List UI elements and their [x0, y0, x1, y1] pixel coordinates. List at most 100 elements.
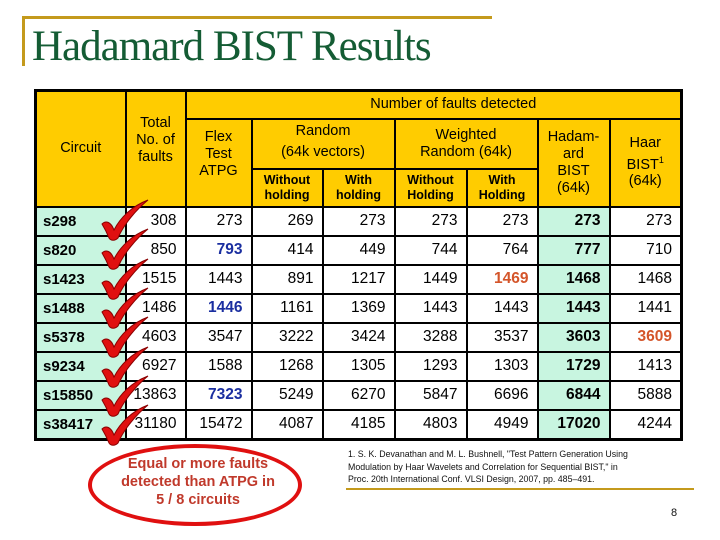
cell-wr-wo: 744 — [393, 234, 468, 266]
cell-wr-wo: 273 — [393, 205, 468, 237]
cell-wr-w: 273 — [465, 205, 539, 237]
cell-wr-wo: 1449 — [393, 263, 468, 295]
cell-flex: 15472 — [184, 408, 253, 440]
cell-rand-wo: 4087 — [250, 408, 324, 440]
cell-haar: 3609 — [608, 321, 683, 353]
cell-circuit: s38417 — [34, 408, 127, 440]
cell-total: 13863 — [124, 379, 187, 411]
header-weighted-random: Weighted Random (64k) — [393, 117, 539, 170]
cell-circuit: s1423 — [34, 263, 127, 295]
cell-hadamard: 1468 — [536, 263, 611, 295]
header-flex-test-atpg: Flex Test ATPG — [184, 117, 253, 208]
cell-rand-w: 3424 — [321, 321, 396, 353]
cell-circuit: s15850 — [34, 379, 127, 411]
cell-total: 6927 — [124, 350, 187, 382]
cell-hadamard: 1443 — [536, 292, 611, 324]
cell-circuit: s298 — [34, 205, 127, 237]
cell-wr-w: 764 — [465, 234, 539, 266]
cell-total: 308 — [124, 205, 187, 237]
cell-rand-w: 4185 — [321, 408, 396, 440]
callout-text: Equal or more faults detected than ATPG … — [121, 456, 275, 508]
cell-flex: 7323 — [184, 379, 253, 411]
table-row: s9234 6927 1588 1268 1305 1293 1303 1729 1413 — [34, 350, 683, 382]
page-number: 8 — [671, 507, 678, 519]
cell-haar: 710 — [608, 234, 683, 266]
cell-rand-wo: 5249 — [250, 379, 324, 411]
cell-flex: 273 — [184, 205, 253, 237]
cell-hadamard: 3603 — [536, 321, 611, 353]
cell-total: 1486 — [124, 292, 187, 324]
cell-flex: 1446 — [184, 292, 253, 324]
cell-rand-wo: 3222 — [250, 321, 324, 353]
cell-haar: 5888 — [608, 379, 683, 411]
header-haar-bist: Haar BIST1 (64k) — [608, 117, 683, 208]
title-top-rule — [22, 16, 492, 19]
cell-wr-wo: 1443 — [393, 292, 468, 324]
cell-wr-wo: 3288 — [393, 321, 468, 353]
cell-wr-wo: 4803 — [393, 408, 468, 440]
title-left-rule — [22, 16, 25, 66]
cell-flex: 793 — [184, 234, 253, 266]
cell-circuit: s820 — [34, 234, 127, 266]
table-row: s38417 31180 15472 4087 4185 4803 4949 17020 424… — [34, 408, 683, 440]
cell-haar: 1441 — [608, 292, 683, 324]
header-random: Random (64k vectors) — [250, 117, 396, 170]
cell-haar: 4244 — [608, 408, 683, 440]
cell-circuit: s5378 — [34, 321, 127, 353]
slide-title: Hadamard BIST Results — [32, 23, 432, 70]
cell-total: 4603 — [124, 321, 187, 353]
table-row: s15850 13863 7323 5249 6270 5847 6696 6844 5888 — [34, 379, 683, 411]
cell-rand-wo: 269 — [250, 205, 324, 237]
cell-flex: 1588 — [184, 350, 253, 382]
cell-hadamard: 777 — [536, 234, 611, 266]
cell-rand-wo: 414 — [250, 234, 324, 266]
cell-haar: 1468 — [608, 263, 683, 295]
header-circuit: Circuit — [34, 89, 127, 208]
cell-rand-w: 6270 — [321, 379, 396, 411]
results-table: Circuit Total No. of faults Number of faul… — [34, 89, 683, 441]
cell-haar: 273 — [608, 205, 683, 237]
cell-wr-w: 3537 — [465, 321, 539, 353]
cell-rand-w: 1217 — [321, 263, 396, 295]
cell-hadamard: 17020 — [536, 408, 611, 440]
cell-hadamard: 273 — [536, 205, 611, 237]
cell-flex: 1443 — [184, 263, 253, 295]
cell-haar: 1413 — [608, 350, 683, 382]
cell-wr-w: 1303 — [465, 350, 539, 382]
cell-total: 850 — [124, 234, 187, 266]
cell-wr-w: 1469 — [465, 263, 539, 295]
cell-rand-wo: 1161 — [250, 292, 324, 324]
cell-total: 1515 — [124, 263, 187, 295]
cell-total: 31180 — [124, 408, 187, 440]
table-row: s1423 1515 1443 891 1217 1449 1469 1468 1468 — [34, 263, 683, 295]
header-weighted-without-holding: Without Holding — [393, 167, 468, 208]
header-random-with-holding: With holding — [321, 167, 396, 208]
cell-rand-w: 1369 — [321, 292, 396, 324]
cell-rand-w: 273 — [321, 205, 396, 237]
cell-rand-wo: 891 — [250, 263, 324, 295]
cell-circuit: s9234 — [34, 350, 127, 382]
cell-wr-wo: 5847 — [393, 379, 468, 411]
cell-flex: 3547 — [184, 321, 253, 353]
header-hadamard-bist: Hadam-ard BIST (64k) — [536, 117, 611, 208]
header-total-faults: Total No. of faults — [124, 89, 187, 208]
cell-wr-w: 6696 — [465, 379, 539, 411]
header-random-without-holding: Without holding — [250, 167, 324, 208]
header-number-of-faults-detected: Number of faults detected — [184, 89, 683, 120]
footer-rule — [346, 488, 694, 490]
cell-rand-w: 1305 — [321, 350, 396, 382]
cell-wr-w: 4949 — [465, 408, 539, 440]
cell-circuit: s1488 — [34, 292, 127, 324]
cell-hadamard: 1729 — [536, 350, 611, 382]
footnote-marker: 1 — [658, 154, 664, 165]
cell-wr-wo: 1293 — [393, 350, 468, 382]
header-weighted-with-holding: With Holding — [465, 167, 539, 208]
reference-footnote: 1. S. K. Devanathan and M. L. Bushnell, … — [348, 449, 628, 484]
table-row: s298 308 273 269 273 273 273 273 273 — [34, 205, 683, 237]
table-row: s820 850 793 414 449 744 764 777 710 — [34, 234, 683, 266]
cell-wr-w: 1443 — [465, 292, 539, 324]
table-row: s1488 1486 1446 1161 1369 1443 1443 1443 1441 — [34, 292, 683, 324]
cell-rand-wo: 1268 — [250, 350, 324, 382]
table-row: s5378 4603 3547 3222 3424 3288 3537 3603 3609 — [34, 321, 683, 353]
cell-hadamard: 6844 — [536, 379, 611, 411]
